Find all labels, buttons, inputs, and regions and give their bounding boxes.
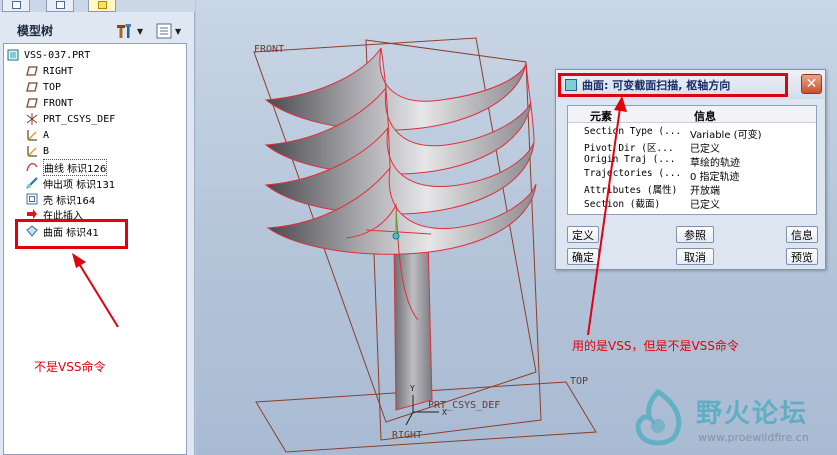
element-cell: Pivot Dir (区... — [584, 143, 674, 154]
tree-item-curve[interactable]: 曲线 标识126 — [26, 158, 206, 176]
forum-watermark: 野火论坛 www.proewildfire.cn — [628, 383, 837, 455]
tree-item-b[interactable]: B — [26, 143, 206, 159]
right-annotation-note: 用的是VSS，但是不是VSS命令 — [572, 339, 739, 353]
tree-item-label: A — [43, 129, 50, 141]
info-cell: 0 指定轨迹 — [690, 172, 740, 183]
chevron-down-icon: ▼ — [137, 26, 144, 36]
tree-settings-button[interactable]: ▼ — [116, 22, 146, 40]
watermark-url: www.proewildfire.cn — [698, 431, 809, 444]
element-info-table: 元素 信息 Section Type (... Variable (可变) Pi… — [567, 105, 817, 215]
curve-feature-icon — [26, 161, 38, 173]
info-button[interactable]: 信息 — [786, 226, 818, 243]
tab-folder-browser[interactable] — [46, 0, 74, 12]
info-cell: 已定义 — [690, 200, 720, 211]
dialog-titlebar[interactable]: 曲面: 可变截面扫描, 枢轴方向 ✕ — [556, 70, 825, 99]
ok-button[interactable]: 确定 — [567, 248, 599, 265]
tree-item-label: 壳 标识164 — [43, 195, 96, 207]
close-button[interactable]: ✕ — [801, 74, 822, 94]
tree-item-shell[interactable]: 壳 标识164 — [26, 191, 206, 207]
dialog-title-highlight: 曲面: 可变截面扫描, 枢轴方向 — [558, 73, 788, 97]
model-tree: VSS-037.PRT RIGHT TOP FRONT PRT_CSYS_DEF… — [3, 43, 187, 455]
csys-label: PRT_CSYS_DEF — [428, 400, 501, 411]
panel-tab-strip — [0, 0, 195, 12]
tree-item-label: B — [43, 145, 50, 157]
info-cell: 已定义 — [690, 144, 720, 155]
tree-item-label: 伸出项 标识131 — [43, 179, 116, 191]
tree-root-item[interactable]: VSS-037.PRT — [7, 47, 187, 63]
column-header-info: 信息 — [694, 110, 716, 123]
model-tree-title: 模型树 — [17, 24, 54, 38]
top-plane-label: TOP — [570, 376, 589, 387]
info-cell: 开放端 — [690, 186, 720, 197]
info-cell: Variable (可变) — [690, 130, 762, 141]
table-header: 元素 信息 — [568, 106, 816, 123]
tree-item-label: 曲线 标识126 — [43, 158, 108, 176]
element-cell: Origin Traj (... — [584, 154, 676, 165]
tree-item-protrusion[interactable]: 伸出项 标识131 — [26, 175, 206, 191]
datum-curve-icon — [26, 145, 38, 157]
column-header-element: 元素 — [590, 110, 612, 123]
tree-item-csys[interactable]: PRT_CSYS_DEF — [26, 111, 206, 127]
y-axis-label: Y — [410, 384, 415, 393]
close-icon: ✕ — [805, 76, 818, 92]
tree-item-label: RIGHT — [43, 65, 74, 77]
watermark-title: 野火论坛 — [696, 399, 809, 429]
left-annotation-note: 不是VSS命令 — [34, 360, 106, 374]
table-row[interactable]: Pivot Dir (区... 已定义 — [568, 140, 816, 155]
tree-item-right[interactable]: RIGHT — [26, 63, 206, 79]
tree-highlight-box — [15, 219, 128, 249]
vss-feature-dialog: 曲面: 可变截面扫描, 枢轴方向 ✕ 元素 信息 Section Type (.… — [555, 69, 826, 270]
reference-button[interactable]: 参照 — [676, 226, 714, 243]
table-row[interactable]: Attributes (属性) 开放端 — [568, 182, 816, 197]
element-cell: Trajectories (... — [584, 168, 682, 179]
right-plane-label: RIGHT — [392, 430, 423, 441]
tree-item-a[interactable]: A — [26, 127, 206, 143]
preview-button[interactable]: 预览 — [786, 248, 818, 265]
table-row[interactable]: Section Type (... Variable (可变) — [568, 126, 816, 141]
tree-item-label: TOP — [43, 81, 62, 93]
chevron-down-icon: ▼ — [175, 26, 182, 36]
part-icon — [7, 49, 19, 61]
datum-plane-icon — [26, 65, 38, 77]
tab-model-tree[interactable] — [2, 0, 30, 12]
settings-tools-icon — [117, 24, 131, 38]
datum-plane-icon — [26, 81, 38, 93]
table-row[interactable]: Section (截面) 已定义 — [568, 196, 816, 211]
info-cell: 草绘的轨迹 — [690, 158, 740, 169]
tree-item-label: PRT_CSYS_DEF — [43, 113, 116, 125]
x-axis-label: X — [442, 408, 447, 417]
element-cell: Section Type (... — [584, 126, 682, 137]
table-row[interactable]: Origin Traj (... 草绘的轨迹 — [568, 154, 816, 169]
csys-icon — [26, 113, 38, 125]
model-tree-header: 模型树 ▼ ▼ — [0, 14, 195, 44]
tree-item-label: FRONT — [43, 97, 74, 109]
define-button[interactable]: 定义 — [567, 226, 599, 243]
list-view-icon — [156, 23, 172, 39]
dialog-app-icon — [565, 79, 577, 91]
table-row[interactable]: Trajectories (... 0 指定轨迹 — [568, 168, 816, 183]
favorites-tab-icon — [98, 1, 107, 9]
cancel-button[interactable]: 取消 — [676, 248, 714, 265]
dialog-title: 曲面: 可变截面扫描, 枢轴方向 — [582, 79, 731, 92]
tree-show-button[interactable]: ▼ — [156, 22, 186, 40]
element-cell: Section (截面) — [584, 199, 661, 210]
model-tree-tab-icon — [12, 1, 21, 9]
shell-icon — [26, 193, 38, 205]
tab-favorites[interactable] — [88, 0, 116, 12]
tree-item-front[interactable]: FRONT — [26, 95, 206, 111]
element-cell: Attributes (属性) — [584, 185, 678, 196]
tree-root-label: VSS-037.PRT — [24, 49, 91, 61]
front-plane-label: FRONT — [254, 44, 285, 55]
flame-logo-icon — [635, 388, 682, 446]
folder-tab-icon — [56, 1, 65, 9]
protrusion-icon — [26, 177, 38, 189]
datum-curve-icon — [26, 129, 38, 141]
datum-plane-icon — [26, 97, 38, 109]
tree-item-top[interactable]: TOP — [26, 79, 206, 95]
